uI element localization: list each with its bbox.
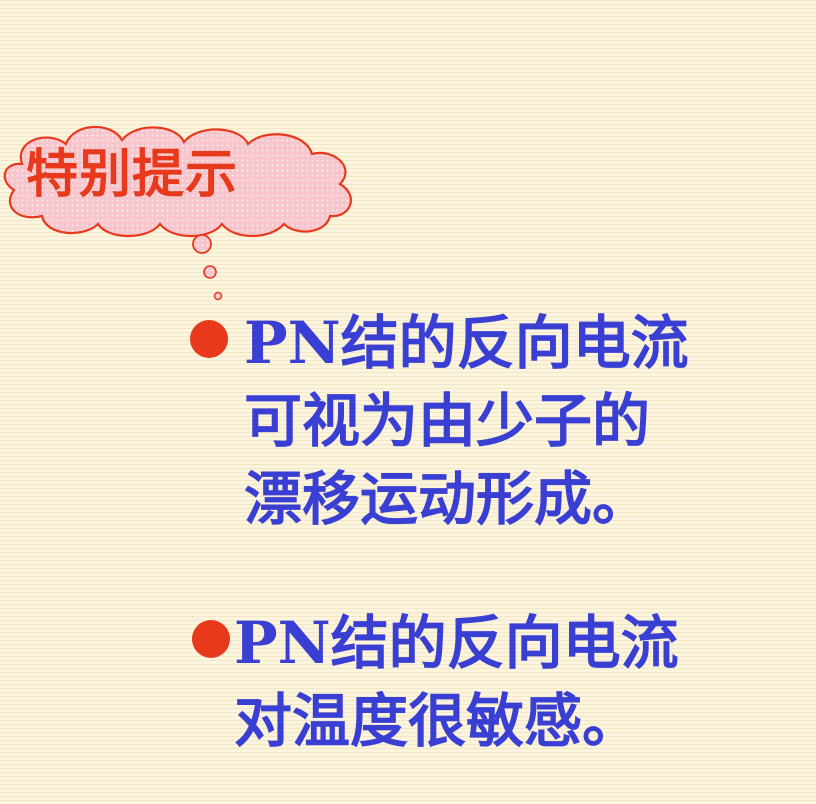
tip-1: PN结的反向电流 可视为由少子的 漂移运动形成。 (244, 304, 689, 538)
tip-2-lead: PN (234, 609, 331, 677)
tip-1-line-3: 漂移运动形成。 (244, 465, 651, 533)
tip-2-line-1-text: 结的反向电流 (330, 609, 679, 677)
tip-2-line-2: 对温度很敏感。 (234, 687, 641, 755)
tip-2-line-1: PN结的反向电流 (234, 604, 679, 682)
tip-1-line-2: 可视为由少子的 (244, 387, 651, 455)
tip-1-line-1-text: 结的反向电流 (340, 309, 689, 377)
tip-1-line-1: PN结的反向电流 (244, 304, 689, 382)
tip-2: PN结的反向电流 对温度很敏感。 (234, 604, 679, 760)
bullet-dot (190, 320, 228, 358)
callout-cloud: 特别提示 (0, 118, 360, 308)
bullet-dot (192, 620, 230, 658)
callout-title: 特别提示 (26, 145, 239, 205)
tip-1-lead: PN (244, 309, 341, 377)
